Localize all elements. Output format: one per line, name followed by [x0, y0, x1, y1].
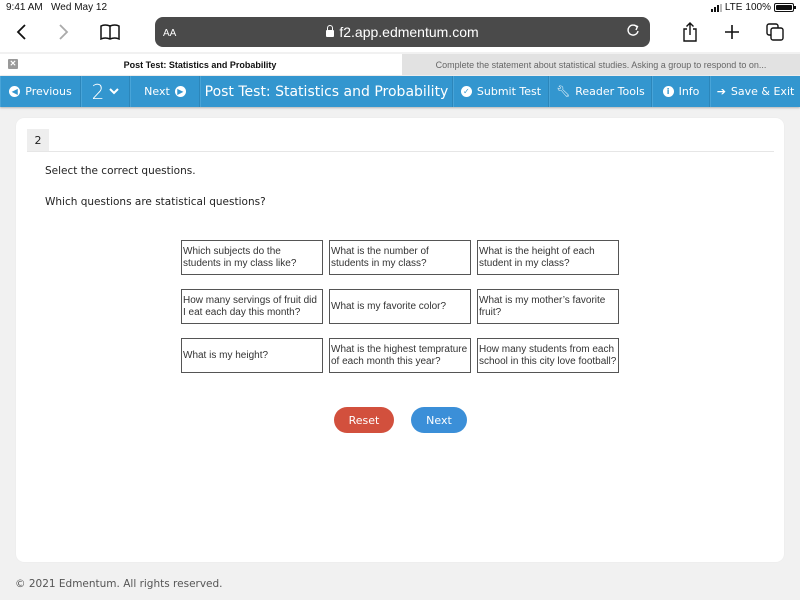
- check-circle-icon: ✓: [460, 86, 472, 97]
- browser-toolbar: AA f2.app.edmentum.com: [0, 14, 800, 52]
- browser-tabs: ✕ Post Test: Statistics and Probability …: [0, 54, 800, 75]
- address-bar[interactable]: AA f2.app.edmentum.com: [155, 17, 650, 47]
- title-text: Post Test: Statistics and Probability: [204, 83, 449, 100]
- signal-icon: [710, 3, 722, 12]
- info-button[interactable]: i Info: [652, 76, 710, 107]
- share-icon[interactable]: [680, 18, 700, 46]
- option-tile[interactable]: What is the height of each student in my…: [477, 240, 619, 275]
- info-icon: i: [662, 86, 674, 97]
- battery-percent: 100%: [745, 2, 771, 13]
- footer-copyright: © 2021 Edmentum. All rights reserved.: [15, 578, 223, 590]
- chevron-right-icon[interactable]: [55, 18, 73, 46]
- battery-icon: [774, 3, 796, 12]
- reader-tools-button[interactable]: 🔧︎ Reader Tools: [549, 76, 652, 107]
- reload-icon[interactable]: [626, 22, 640, 43]
- divider: [27, 151, 774, 152]
- submit-test-button[interactable]: ✓ Submit Test: [453, 76, 549, 107]
- tab-label: Post Test: Statistics and Probability: [123, 59, 277, 70]
- option-tile[interactable]: What is the number of students in my cla…: [329, 240, 471, 275]
- options-grid: Which subjects do the students in my cla…: [181, 240, 619, 373]
- next-button[interactable]: Next: [411, 407, 467, 433]
- tab-post-test[interactable]: ✕ Post Test: Statistics and Probability: [0, 54, 400, 75]
- plus-icon[interactable]: [722, 18, 742, 46]
- question-number-badge: 2: [27, 129, 49, 151]
- test-navbar: ◀ Previous 2 Next ▶ Post Test: Statistic…: [0, 76, 800, 107]
- option-tile[interactable]: Which subjects do the students in my cla…: [181, 240, 323, 275]
- question-number: 2: [91, 79, 105, 104]
- chevron-left-icon[interactable]: [12, 18, 30, 46]
- option-tile[interactable]: What is my mother’s favorite fruit?: [477, 289, 619, 324]
- question-prompt: Which questions are statistical question…: [45, 196, 266, 208]
- submit-label: Submit Test: [476, 85, 542, 98]
- status-time: 9:41 AM Wed May 12: [6, 2, 107, 13]
- network-label: LTE: [724, 2, 743, 13]
- question-card: 2 Select the correct questions. Which qu…: [16, 118, 784, 562]
- option-tile[interactable]: What is the highest temprature of each m…: [329, 338, 471, 373]
- next-nav-button[interactable]: Next ▶: [130, 76, 200, 107]
- info-label: Info: [678, 85, 700, 98]
- save-exit-label: Save & Exit: [730, 85, 795, 98]
- test-title: Post Test: Statistics and Probability: [200, 76, 453, 107]
- option-tile[interactable]: What is my favorite color?: [329, 289, 471, 324]
- book-icon[interactable]: [98, 18, 122, 46]
- battery-fill: [776, 5, 792, 10]
- sign-in-icon: ➔: [716, 85, 726, 98]
- reader-tools-label: Reader Tools: [575, 85, 645, 98]
- option-tile[interactable]: What is my height?: [181, 338, 323, 373]
- tabs-icon[interactable]: [765, 18, 785, 46]
- url-display[interactable]: f2.app.edmentum.com: [155, 24, 650, 40]
- arrow-right-circle-icon: ▶: [174, 86, 186, 97]
- instruction-text: Select the correct questions.: [45, 165, 196, 177]
- previous-button[interactable]: ◀ Previous: [0, 76, 81, 107]
- option-tile[interactable]: How many students from each school in th…: [477, 338, 619, 373]
- save-exit-button[interactable]: ➔ Save & Exit: [710, 76, 800, 107]
- date-text: Wed May 12: [51, 2, 107, 13]
- url-text: f2.app.edmentum.com: [339, 24, 479, 40]
- status-right: LTE 100%: [710, 2, 796, 13]
- question-number-dropdown[interactable]: 2: [81, 76, 130, 107]
- wrench-icon: 🔧︎: [556, 85, 571, 98]
- reset-button[interactable]: Reset: [334, 407, 394, 433]
- next-label: Next: [144, 85, 170, 98]
- time-text: 9:41 AM: [6, 2, 43, 13]
- option-tile[interactable]: How many servings of fruit did I eat eac…: [181, 289, 323, 324]
- status-bar: 9:41 AM Wed May 12 LTE 100%: [0, 0, 800, 14]
- close-tab-icon[interactable]: ✕: [8, 59, 18, 69]
- previous-label: Previous: [25, 85, 72, 98]
- tab-statistical-studies[interactable]: Complete the statement about statistical…: [402, 54, 800, 75]
- arrow-left-circle-icon: ◀: [9, 86, 21, 97]
- tab-label: Complete the statement about statistical…: [435, 59, 767, 70]
- chevron-down-icon: [109, 88, 120, 95]
- lock-icon: [326, 25, 335, 37]
